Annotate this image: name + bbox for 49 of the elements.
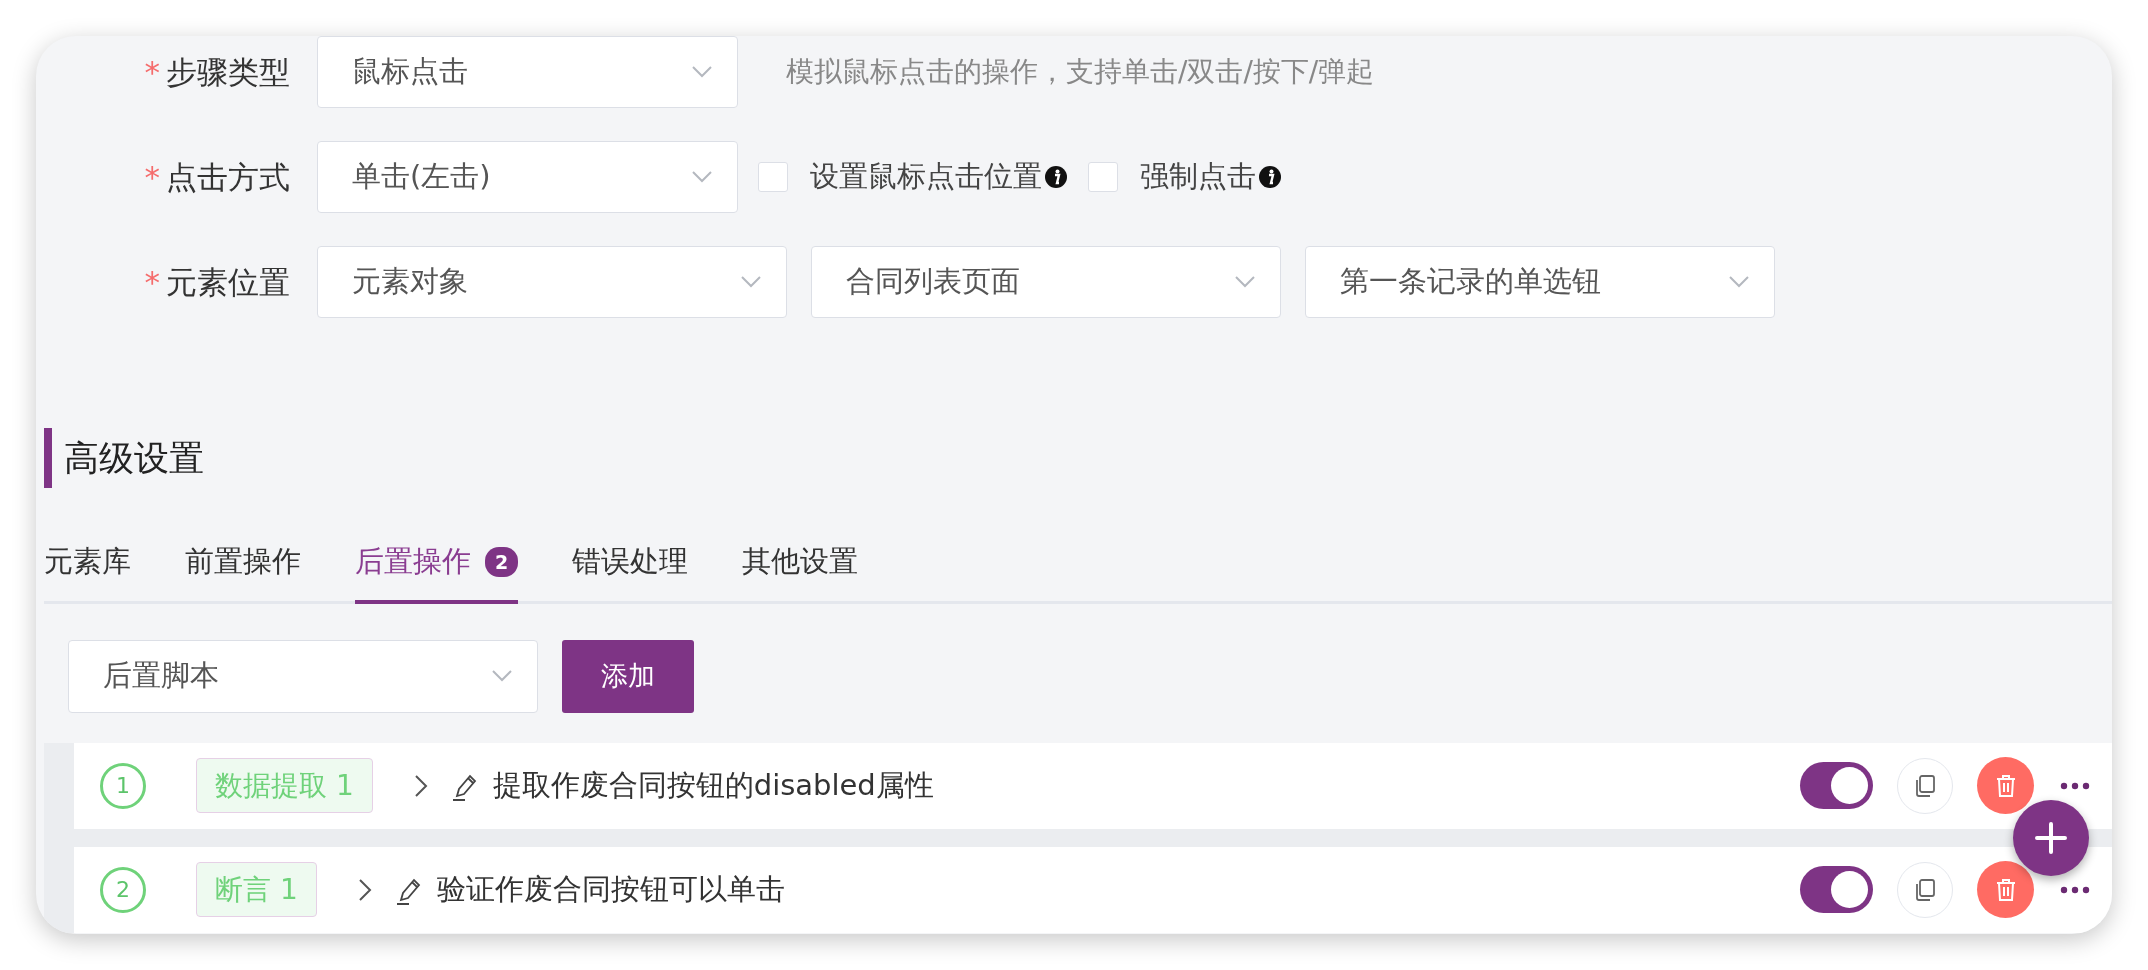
chevron-down-icon (1728, 275, 1750, 289)
hint-text: 模拟鼠标点击的操作，支持单击/双击/按下/弹起 (786, 54, 1375, 90)
required-asterisk: * (144, 263, 160, 300)
count-badge: 2 (485, 546, 519, 577)
script-type-select[interactable]: 后置脚本 (68, 639, 538, 713)
checkbox[interactable] (758, 162, 788, 192)
add-button[interactable]: 添加 (562, 639, 694, 713)
field-label: 元素位置 (166, 263, 290, 300)
step-title: 提取作废合同按钮的disabled属性 (492, 766, 934, 804)
chevron-down-icon (691, 65, 713, 79)
chevron-down-icon (691, 170, 713, 184)
toggle-switch[interactable] (1800, 866, 1873, 913)
dropdown-select[interactable]: 合同列表页面 (811, 246, 1281, 318)
chevron-down-icon (740, 275, 762, 289)
dropdown-select[interactable]: 元素对象 (317, 246, 787, 318)
section-marker (44, 428, 52, 488)
tab[interactable]: 后置操作 2 (355, 540, 519, 604)
chevron-right-icon[interactable] (356, 876, 373, 903)
chevron-down-icon (491, 669, 513, 683)
dropdown-select[interactable]: 鼠标点击 (317, 36, 738, 108)
tab[interactable]: 前置操作 (185, 540, 301, 604)
dropdown-select[interactable]: 第一条记录的单选钮 (1305, 246, 1775, 318)
delete-button[interactable] (1977, 757, 2034, 814)
required-asterisk: * (144, 53, 160, 90)
plus-icon (2034, 821, 2068, 855)
section-title: 高级设置 (64, 436, 204, 480)
delete-button[interactable] (1977, 861, 2034, 918)
checkbox-label: 强制点击 (1140, 158, 1256, 196)
info-icon (1258, 165, 1282, 189)
tab[interactable]: 元素库 (44, 540, 131, 604)
step-number: 1 (100, 762, 146, 809)
chevron-down-icon (1234, 275, 1256, 289)
tab[interactable]: 其他设置 (742, 540, 859, 604)
more-icon[interactable] (2060, 885, 2090, 894)
step-number: 2 (100, 866, 146, 913)
field-label: 步骤类型 (166, 53, 290, 90)
field-label: 点击方式 (166, 158, 290, 195)
step-title: 验证作废合同按钮可以单击 (436, 870, 785, 908)
step-type-tag: 断言 1 (196, 862, 317, 917)
info-icon (1044, 165, 1068, 189)
dropdown-select[interactable]: 单击(左击) (317, 141, 738, 213)
checkbox-label: 设置鼠标点击位置 (810, 158, 1042, 196)
more-icon[interactable] (2060, 781, 2090, 790)
chevron-right-icon[interactable] (412, 772, 429, 799)
toggle-switch[interactable] (1800, 762, 1873, 809)
required-asterisk: * (144, 158, 160, 195)
step-type-tag: 数据提取 1 (196, 758, 373, 813)
checkbox[interactable] (1088, 162, 1118, 192)
tab[interactable]: 错误处理 (572, 540, 689, 604)
